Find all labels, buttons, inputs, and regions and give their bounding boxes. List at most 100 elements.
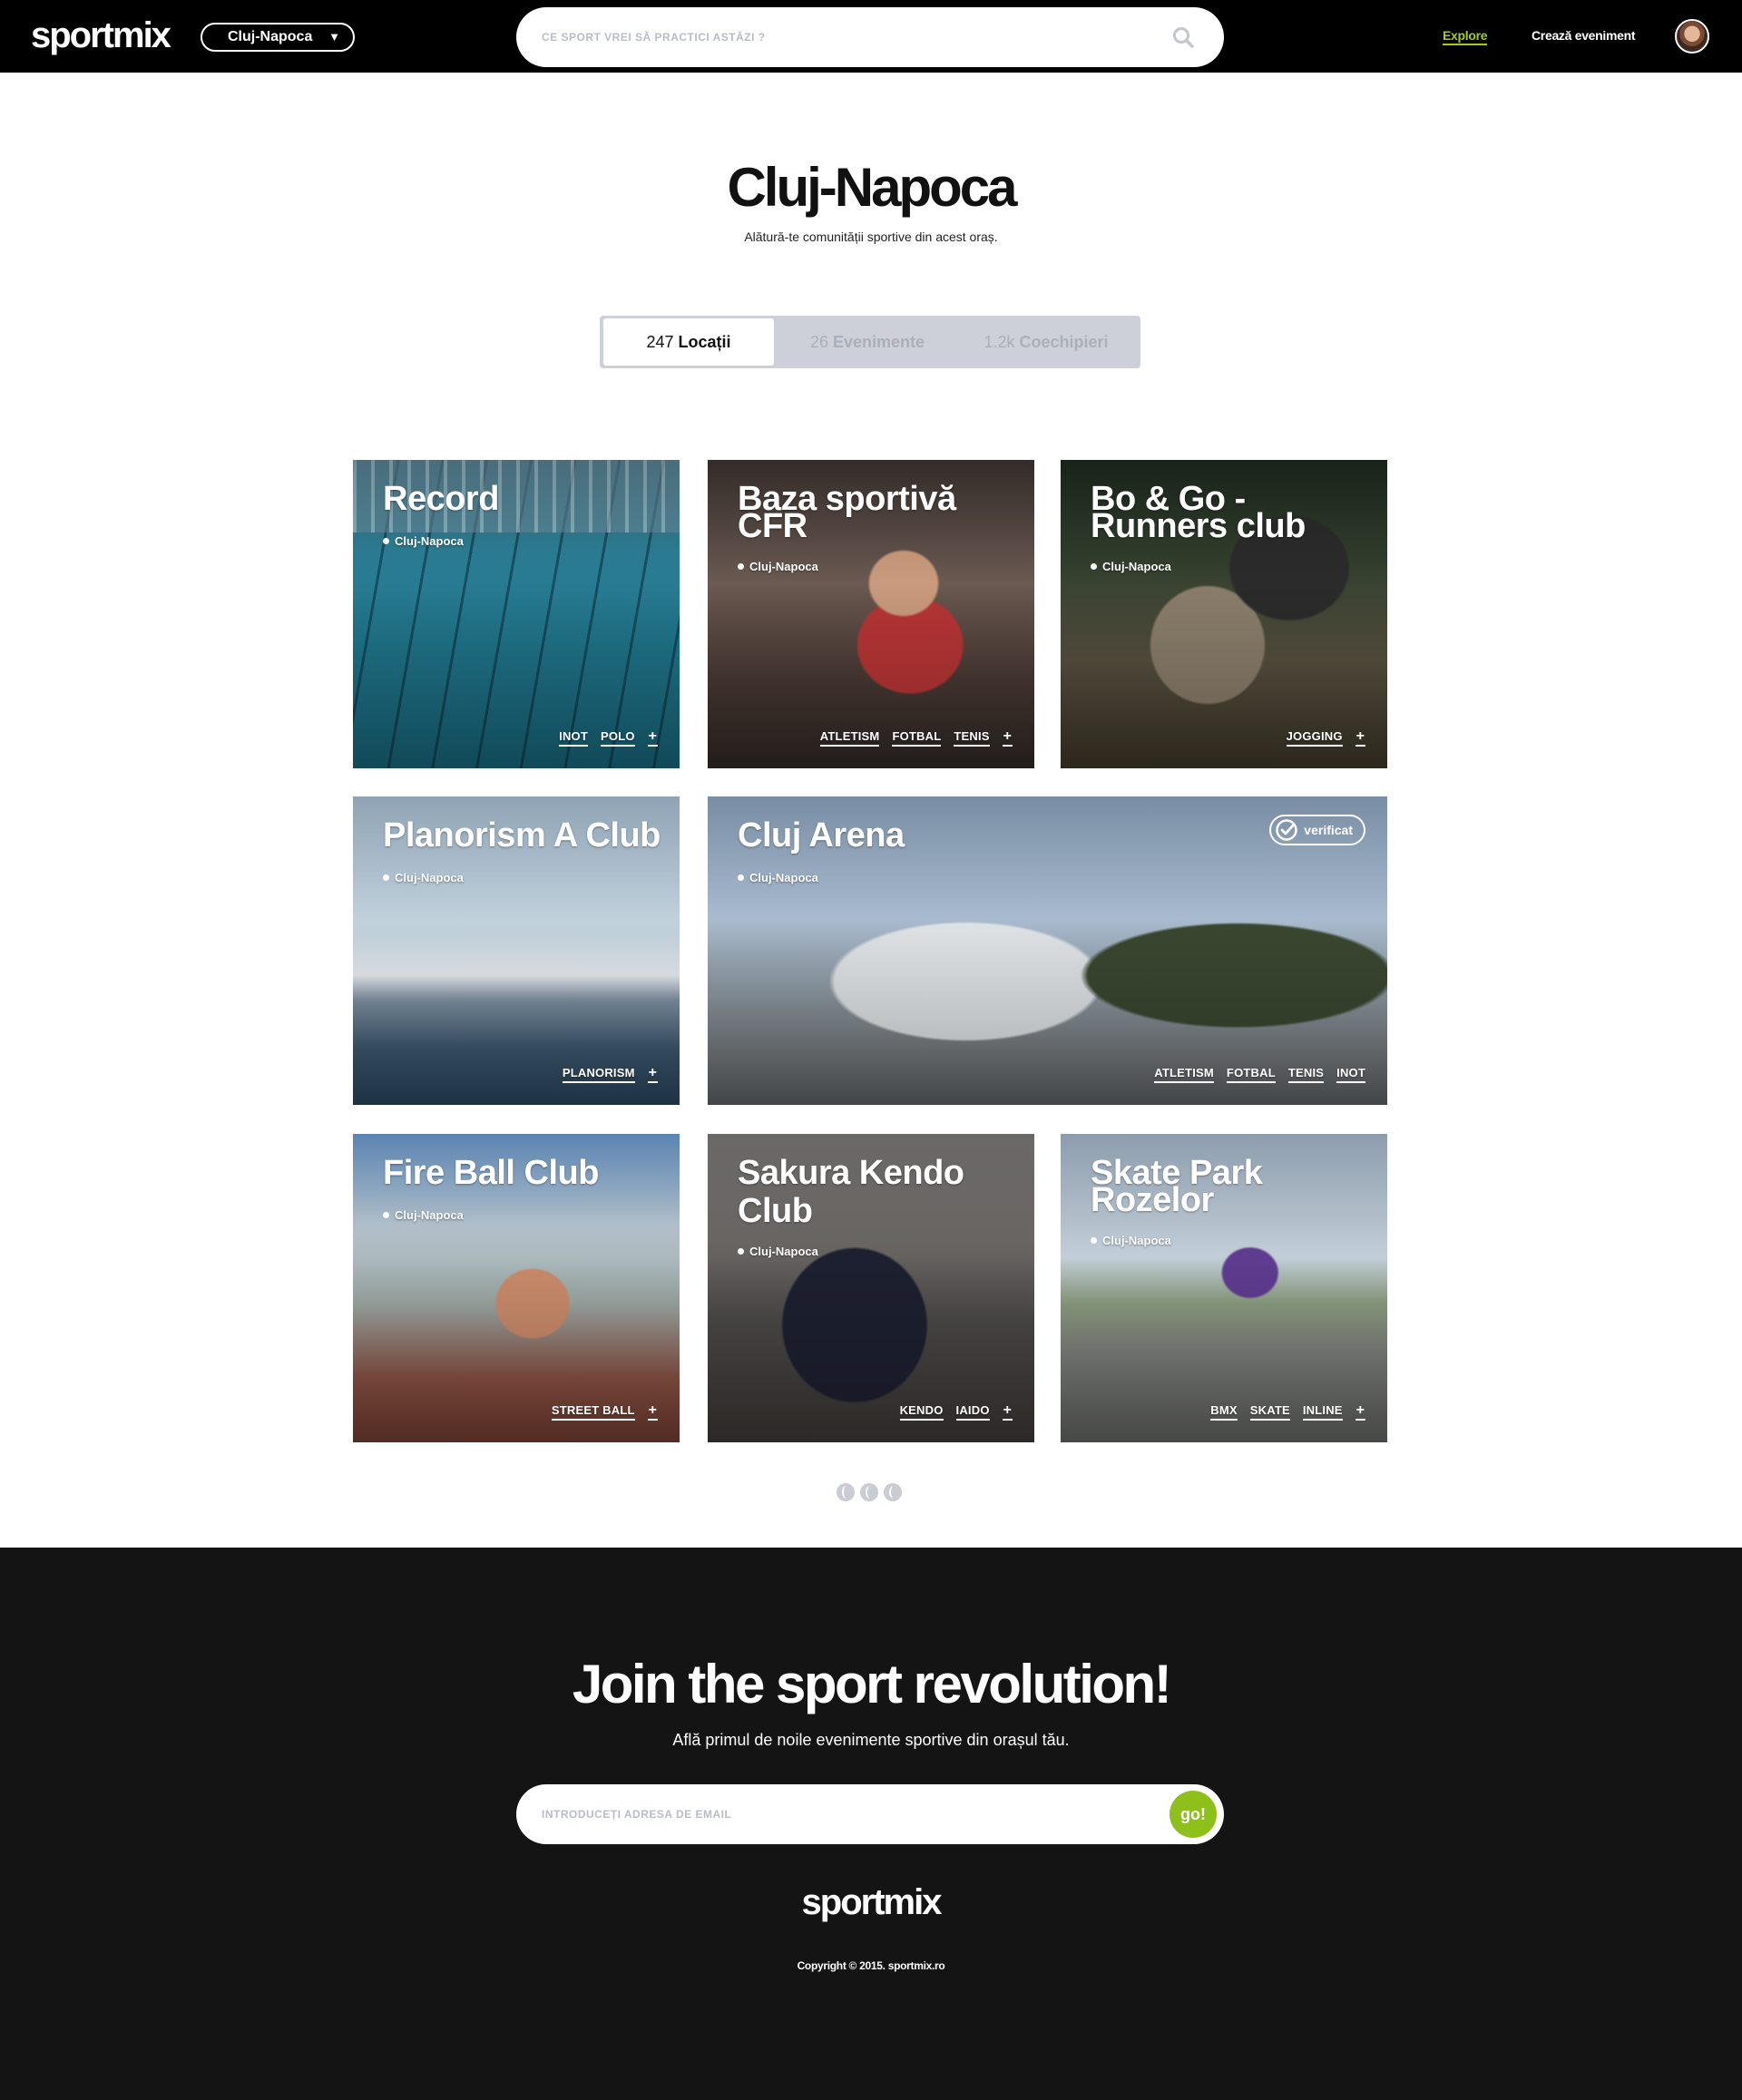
- load-more-indicator[interactable]: [837, 1483, 902, 1501]
- nav-explore-link[interactable]: Explore: [1443, 28, 1488, 45]
- caret-down-icon: ▼: [328, 30, 340, 44]
- location-dot-icon: [1091, 563, 1097, 570]
- newsletter-form: go!: [516, 1784, 1224, 1844]
- card-tags: INOT POLO +: [559, 729, 658, 747]
- search-icon[interactable]: [1171, 25, 1195, 49]
- more-tags-button[interactable]: +: [1355, 729, 1365, 747]
- location-card-runners[interactable]: Bo & Go - Runners club Cluj-Napoca JOGGI…: [1061, 460, 1387, 768]
- more-tags-button[interactable]: +: [1002, 1403, 1013, 1421]
- location-card-cfr[interactable]: Baza sportivă CFR Cluj-Napoca ATLETISM F…: [708, 460, 1034, 768]
- tag-link[interactable]: POLO: [601, 729, 635, 747]
- page-title: Cluj-Napoca: [727, 157, 1017, 218]
- location-card-fire-ball[interactable]: Fire Ball Club Cluj-Napoca STREET BALL +: [353, 1134, 680, 1442]
- card-location: Cluj-Napoca: [1091, 560, 1171, 573]
- card-title: Cluj Arena: [738, 816, 905, 855]
- tag-link[interactable]: TENIS: [1287, 1066, 1325, 1083]
- card-title: Baza sportivă CFR: [738, 480, 956, 545]
- card-tags: ATLETISM FOTBAL TENIS INOT: [1154, 1066, 1365, 1083]
- card-title: Record: [383, 480, 499, 518]
- card-location: Cluj-Napoca: [738, 560, 818, 573]
- ball-icon: [884, 1483, 902, 1501]
- location-dot-icon: [738, 563, 744, 570]
- card-location: Cluj-Napoca: [738, 871, 818, 884]
- location-card-planorism[interactable]: Planorism A Club Cluj-Napoca PLANORISM +: [353, 796, 680, 1105]
- verified-badge: verificat: [1269, 815, 1365, 845]
- card-title: Bo & Go - Runners club: [1091, 480, 1306, 545]
- tab-locations[interactable]: 247 Locații: [603, 318, 774, 366]
- tab-locations-label: Locații: [678, 333, 731, 351]
- card-title: Sakura Kendo Club: [738, 1154, 964, 1230]
- card-title: Planorism A Club: [383, 816, 661, 855]
- ball-icon: [860, 1483, 878, 1501]
- city-dropdown-label: Cluj-Napoca: [228, 29, 313, 44]
- tab-switcher: 247 Locații 26 Evenimente 1.2k Coechipie…: [600, 316, 1140, 368]
- card-tags: JOGGING +: [1286, 729, 1365, 747]
- more-tags-button[interactable]: +: [647, 729, 658, 747]
- tab-events-count: 26: [809, 333, 828, 351]
- tag-link[interactable]: BMX: [1210, 1403, 1238, 1421]
- tag-link[interactable]: JOGGING: [1286, 729, 1343, 747]
- tag-link[interactable]: INOT: [1336, 1066, 1365, 1083]
- avatar[interactable]: [1675, 19, 1709, 54]
- page-subtitle: Alătură-te comunității sportive din aces…: [744, 230, 998, 244]
- footer-logo[interactable]: sportmix: [0, 1882, 1742, 1923]
- email-field[interactable]: [542, 1784, 1122, 1844]
- ball-icon: [837, 1483, 855, 1501]
- location-card-kendo[interactable]: Sakura Kendo Club Cluj-Napoca KENDO IAID…: [708, 1134, 1034, 1442]
- check-icon: [1276, 819, 1298, 841]
- more-tags-button[interactable]: +: [1002, 729, 1013, 747]
- tab-teammates[interactable]: 1.2k Coechipieri: [955, 318, 1137, 366]
- card-location: Cluj-Napoca: [383, 1208, 464, 1222]
- tag-link[interactable]: SKATE: [1249, 1403, 1290, 1421]
- location-dot-icon: [738, 874, 744, 881]
- nav-create-event-link[interactable]: Crează eveniment: [1532, 28, 1636, 43]
- tag-link[interactable]: IAIDO: [955, 1403, 990, 1421]
- location-card-skate-park[interactable]: Skate Park Rozelor Cluj-Napoca BMX SKATE…: [1061, 1134, 1387, 1442]
- tag-link[interactable]: PLANORISM: [562, 1066, 635, 1083]
- more-tags-button[interactable]: +: [647, 1066, 658, 1083]
- tab-locations-count: 247: [646, 333, 674, 351]
- card-title: Skate Park Rozelor: [1091, 1154, 1263, 1219]
- location-card-record[interactable]: Record Cluj-Napoca INOT POLO +: [353, 460, 680, 768]
- location-dot-icon: [383, 538, 389, 544]
- card-title: Fire Ball Club: [383, 1154, 599, 1192]
- card-location: Cluj-Napoca: [383, 871, 464, 884]
- card-location: Cluj-Napoca: [383, 534, 464, 548]
- city-dropdown[interactable]: Cluj-Napoca ▼: [201, 23, 355, 52]
- location-card-cluj-arena[interactable]: Cluj Arena Cluj-Napoca verificat ATLETIS…: [708, 796, 1387, 1105]
- card-location: Cluj-Napoca: [738, 1245, 818, 1258]
- location-dot-icon: [1091, 1237, 1097, 1244]
- search-input[interactable]: [542, 7, 1122, 67]
- logo[interactable]: sportmix: [31, 13, 171, 58]
- tag-link[interactable]: ATLETISM: [819, 729, 880, 747]
- card-tags: STREET BALL +: [551, 1403, 658, 1421]
- copyright-text: Copyright © 2015. sportmix.ro: [797, 1959, 945, 1972]
- tab-events-label: Evenimente: [833, 333, 925, 351]
- more-tags-button[interactable]: +: [647, 1403, 658, 1421]
- card-location: Cluj-Napoca: [1091, 1234, 1171, 1247]
- more-tags-button[interactable]: +: [1355, 1403, 1365, 1421]
- tag-link[interactable]: TENIS: [954, 729, 990, 747]
- tag-link[interactable]: KENDO: [899, 1403, 944, 1421]
- location-dot-icon: [383, 874, 389, 881]
- newsletter-subtitle: Află primul de noile evenimente sportive…: [672, 1731, 1070, 1749]
- go-button[interactable]: go!: [1169, 1791, 1217, 1838]
- card-tags: ATLETISM FOTBAL TENIS +: [819, 729, 1013, 747]
- tag-link[interactable]: INOT: [559, 729, 589, 747]
- card-tags: PLANORISM +: [562, 1066, 658, 1083]
- tab-teammates-label: Coechipieri: [1019, 333, 1109, 351]
- location-dot-icon: [383, 1212, 389, 1218]
- top-navbar: sportmix Cluj-Napoca ▼ Explore Crează ev…: [0, 0, 1742, 73]
- verified-label: verificat: [1304, 823, 1353, 837]
- tag-link[interactable]: FOTBAL: [1226, 1066, 1276, 1083]
- tag-link[interactable]: ATLETISM: [1154, 1066, 1214, 1083]
- location-dot-icon: [738, 1248, 744, 1255]
- card-tags: BMX SKATE INLINE +: [1210, 1403, 1365, 1421]
- search-bar: [516, 7, 1224, 67]
- tab-events[interactable]: 26 Evenimente: [779, 318, 955, 366]
- card-tags: KENDO IAIDO +: [899, 1403, 1013, 1421]
- tag-link[interactable]: STREET BALL: [551, 1403, 635, 1421]
- tag-link[interactable]: FOTBAL: [892, 729, 942, 747]
- newsletter-title: Join the sport revolution!: [572, 1654, 1172, 1714]
- tag-link[interactable]: INLINE: [1302, 1403, 1343, 1421]
